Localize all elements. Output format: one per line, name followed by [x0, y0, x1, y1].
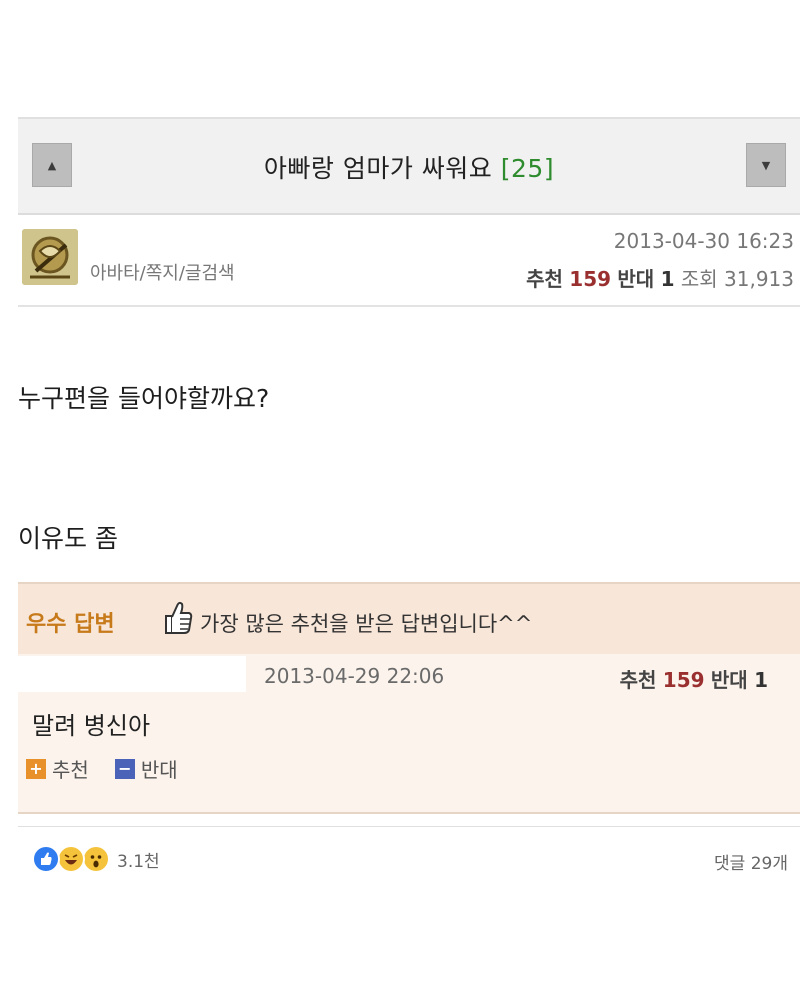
haha-reaction-icon	[57, 845, 85, 873]
comment-count-badge[interactable]: [25]	[501, 154, 554, 183]
answer-oppose-count: 1	[754, 668, 768, 692]
thumbs-up-icon	[165, 601, 193, 634]
reaction-count: 3.1천	[117, 851, 160, 872]
recommend-button-label: 추천	[52, 758, 89, 782]
best-answer-badge: 우수 답변	[26, 612, 115, 637]
minus-icon: −	[114, 758, 135, 779]
answer-vote-row: + 추천 − 반대	[26, 754, 204, 783]
post-title-bar: ▲ 아빠랑 엄마가 싸워요 [25] ▼	[18, 117, 800, 215]
recommend-count: 159	[569, 267, 612, 291]
down-triangle-icon: ▼	[761, 158, 771, 172]
post-stats: 추천 159 반대 1 조회 31,913	[526, 263, 794, 292]
post-body-line: 누구편을 들어야할까요?	[18, 384, 270, 413]
view-count: 31,913	[724, 267, 794, 291]
post-title-text: 아빠랑 엄마가 싸워요	[263, 154, 493, 183]
best-answer-description: 가장 많은 추천을 받은 답변입니다^^	[200, 612, 533, 636]
post-meta: 아바타/쪽지/글검색 2013-04-30 16:23 추천 159 반대 1 …	[18, 215, 800, 307]
post-date: 2013-04-30 16:23	[613, 229, 794, 253]
answer-author-redacted	[18, 656, 246, 692]
recommend-label: 추천	[526, 267, 563, 291]
avatar[interactable]	[22, 229, 78, 285]
next-post-button[interactable]: ▼	[746, 143, 786, 187]
answer-stats: 추천 159 반대 1	[620, 664, 768, 693]
best-answer-header: 우수 답변 가장 많은 추천을 받은 답변입니다^^	[18, 584, 800, 654]
author-links[interactable]: 아바타/쪽지/글검색	[90, 259, 235, 285]
oppose-count: 1	[660, 267, 675, 291]
view-label: 조회	[680, 267, 718, 291]
answer-recommend-label: 추천	[619, 668, 657, 692]
post-body: 누구편을 들어야할까요? 이유도 좀	[18, 307, 800, 585]
answer-date: 2013-04-29 22:06	[264, 664, 445, 688]
social-footer: 3.1천 댓글 29개	[18, 826, 800, 897]
answer-text: 말려 병신아	[32, 712, 151, 740]
post-body-line: 이유도 좀	[18, 524, 118, 553]
comment-count[interactable]: 댓글 29개	[714, 849, 788, 874]
oppose-label: 반대	[617, 267, 655, 291]
plus-icon: +	[26, 758, 46, 779]
answer-oppose-label: 반대	[710, 668, 748, 692]
post-title: 아빠랑 엄마가 싸워요 [25]	[18, 149, 800, 185]
page: ▲ 아빠랑 엄마가 싸워요 [25] ▼ 아바타/쪽지/글검색 2013-04-…	[0, 0, 800, 1000]
answer-recommend-count: 159	[662, 668, 705, 692]
reactions[interactable]: 3.1천	[32, 845, 160, 873]
like-reaction-icon	[32, 845, 60, 873]
oppose-button-label: 반대	[140, 758, 178, 782]
best-answer-panel: 우수 답변 가장 많은 추천을 받은 답변입니다^^ 2013-04-29 22…	[18, 582, 800, 814]
oppose-button[interactable]: − 반대	[114, 754, 178, 783]
avatar-emblem-icon	[22, 229, 78, 285]
recommend-button[interactable]: + 추천	[26, 754, 89, 783]
wow-reaction-icon	[82, 845, 110, 873]
